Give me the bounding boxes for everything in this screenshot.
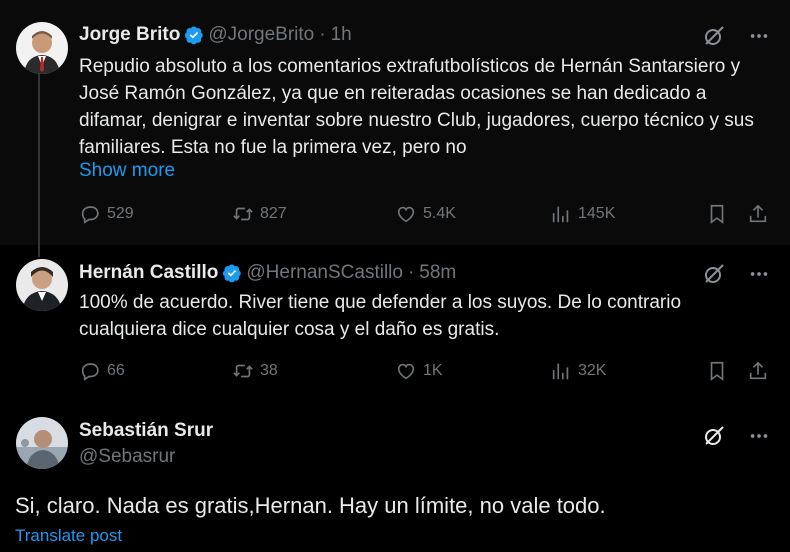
thread-line [38,74,40,245]
tweet-text: Si, claro. Nada es gratis,Hernan. Hay un… [15,493,606,518]
like-icon [397,363,415,380]
views-count: 32K [578,362,607,379]
tweet-actions: 66 38 1K 32K [79,360,771,384]
repost-count: 827 [260,205,287,222]
verified-badge-icon [223,264,242,283]
grok-icon[interactable] [702,262,726,286]
reply-button[interactable]: 66 [79,360,125,382]
grok-icon[interactable] [702,24,726,48]
share-icon [749,361,767,380]
author-handle[interactable]: @HernanSCastillo [246,262,403,284]
author-name[interactable]: Sebastián Srur [79,420,213,442]
like-button[interactable]: 1K [395,360,443,382]
share-icon [749,204,767,223]
show-more-link[interactable]: Show more [79,160,175,182]
avatar[interactable] [16,417,68,469]
separator: · [407,262,415,283]
tweet-header: Sebastián Srur [79,420,213,442]
like-button[interactable]: 5.4K [395,203,456,225]
like-count: 5.4K [423,205,456,222]
tweet-jorge-brito[interactable]: Jorge Brito @JorgeBrito · 1h Repudio abs… [0,0,790,245]
bookmark-button[interactable] [706,203,728,225]
bookmark-icon [710,204,724,224]
reply-button[interactable]: 529 [79,203,134,225]
reply-count: 66 [107,362,125,379]
tweet-actions: 529 827 5.4K 145K [79,203,771,227]
timestamp[interactable]: 58m [419,262,456,284]
views-icon [552,363,569,380]
reply-icon [81,206,99,224]
reply-count: 529 [107,205,134,222]
tweet-sebastian-srur[interactable]: Sebastián Srur @Sebasrur Si, claro. Nada… [0,405,790,552]
more-icon[interactable] [748,263,770,285]
more-icon[interactable] [748,25,770,47]
tweet-header: Jorge Brito @JorgeBrito · 1h [79,24,352,46]
views-button[interactable]: 145K [550,203,615,225]
repost-count: 38 [260,362,278,379]
views-button[interactable]: 32K [550,360,606,382]
tweet-text: 100% de acuerdo. River tiene que defende… [79,292,682,340]
share-button[interactable] [747,360,769,382]
grok-icon[interactable] [702,424,726,448]
thread-line [38,245,40,257]
author-name[interactable]: Hernán Castillo [79,262,218,284]
separator: · [319,24,326,45]
author-name[interactable]: Jorge Brito [79,24,180,46]
avatar[interactable] [16,259,68,311]
author-handle[interactable]: @JorgeBrito [208,24,314,46]
timestamp[interactable]: 1h [331,24,352,46]
author-handle[interactable]: @Sebasrur [79,446,175,468]
like-count: 1K [423,362,443,379]
views-icon [552,206,569,223]
tweet-text: Repudio absoluto a los comentarios extra… [79,56,754,158]
repost-button[interactable]: 827 [232,203,287,225]
tweet-header: Hernán Castillo @HernanSCastillo · 58m [79,262,456,284]
bookmark-button[interactable] [706,360,728,382]
avatar[interactable] [16,22,68,74]
views-count: 145K [578,205,616,222]
translate-post-link[interactable]: Translate post [15,526,122,546]
tweet-hernan-castillo[interactable]: Hernán Castillo @HernanSCastillo · 58m 1… [0,245,790,405]
reply-icon [81,363,99,381]
more-icon[interactable] [748,425,770,447]
repost-button[interactable]: 38 [232,360,278,382]
bookmark-icon [710,361,724,381]
verified-badge-icon [185,26,204,45]
share-button[interactable] [747,203,769,225]
like-icon [397,206,415,223]
repost-icon [233,207,253,221]
repost-icon [233,364,253,378]
